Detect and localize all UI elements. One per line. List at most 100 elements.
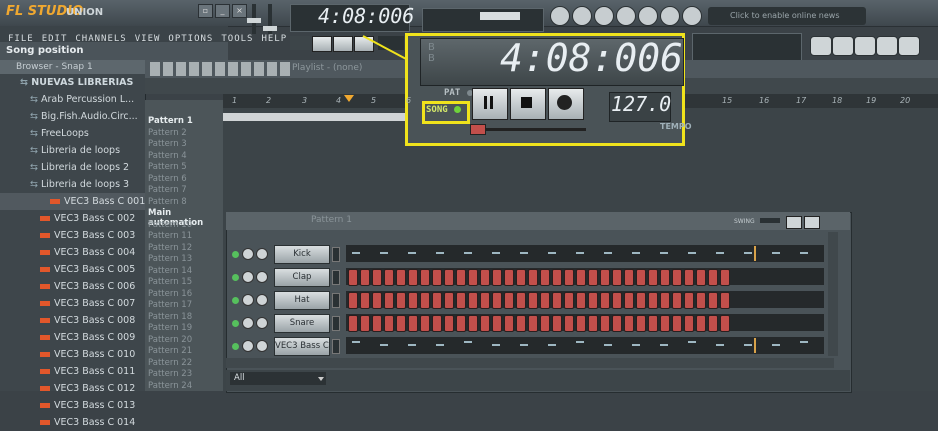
- channel-button[interactable]: Clap: [274, 268, 330, 287]
- step-button[interactable]: [552, 292, 562, 309]
- channel-button[interactable]: VEC3 Bass C...: [274, 337, 330, 356]
- volume-knob[interactable]: [256, 340, 268, 352]
- pattern-item[interactable]: Pattern 12: [148, 243, 192, 253]
- step-button[interactable]: [708, 292, 718, 309]
- pattern-item[interactable]: Pattern 11: [148, 231, 192, 241]
- step-button[interactable]: [444, 269, 454, 286]
- step-button[interactable]: [348, 292, 358, 309]
- step-button[interactable]: [396, 315, 406, 332]
- channel-select[interactable]: [332, 293, 340, 308]
- shortcut-icon-4[interactable]: [616, 6, 636, 26]
- step-button[interactable]: [492, 315, 502, 332]
- channel-select[interactable]: [332, 316, 340, 331]
- step-button[interactable]: [432, 315, 442, 332]
- step-track[interactable]: [346, 245, 824, 262]
- step-button[interactable]: [552, 269, 562, 286]
- step-button[interactable]: [504, 269, 514, 286]
- step-button[interactable]: [684, 292, 694, 309]
- step-button[interactable]: [528, 292, 538, 309]
- pan-knob[interactable]: [242, 340, 254, 352]
- step-button[interactable]: [708, 315, 718, 332]
- browser-item[interactable]: ⇆ Big.Fish.Audio.Circ...: [0, 108, 145, 125]
- step-button[interactable]: [672, 315, 682, 332]
- playlist-tool-icons[interactable]: [150, 62, 290, 76]
- browser-item[interactable]: VEC3 Bass C 008: [0, 312, 145, 329]
- channel-led[interactable]: [232, 274, 239, 281]
- pat-song-small[interactable]: [290, 36, 310, 50]
- volume-knob[interactable]: [256, 294, 268, 306]
- step-button[interactable]: [660, 292, 670, 309]
- step-button[interactable]: [360, 315, 370, 332]
- step-button[interactable]: [576, 292, 586, 309]
- volume-knob[interactable]: [256, 317, 268, 329]
- step-button[interactable]: [624, 315, 634, 332]
- step-button[interactable]: [696, 269, 706, 286]
- step-button[interactable]: [696, 315, 706, 332]
- browser-item[interactable]: ⇆ Arab Percussion L...: [0, 91, 145, 108]
- volume-knob[interactable]: [256, 271, 268, 283]
- pattern-item[interactable]: Pattern 23: [148, 369, 192, 379]
- browser-item[interactable]: VEC3 Bass C 012: [0, 380, 145, 397]
- master-volume-handle[interactable]: [247, 18, 261, 23]
- shortcut-icon-1[interactable]: [550, 6, 570, 26]
- step-button[interactable]: [480, 315, 490, 332]
- step-button[interactable]: [684, 269, 694, 286]
- browser-item[interactable]: ⇆ Libreria de loops 2: [0, 159, 145, 176]
- step-button[interactable]: [420, 269, 430, 286]
- menu-help[interactable]: HELP: [261, 34, 287, 44]
- pattern-item[interactable]: Pattern 1: [148, 116, 193, 126]
- chevron-down-icon[interactable]: [318, 377, 324, 381]
- step-button[interactable]: [384, 292, 394, 309]
- channel-button[interactable]: Snare: [274, 314, 330, 333]
- step-sequencer-scrollbar[interactable]: [226, 358, 834, 368]
- shortcut-icon-3[interactable]: [594, 6, 614, 26]
- step-button[interactable]: [444, 315, 454, 332]
- step-button[interactable]: [672, 292, 682, 309]
- step-button[interactable]: [636, 292, 646, 309]
- step-button[interactable]: [384, 269, 394, 286]
- step-button[interactable]: [504, 315, 514, 332]
- pattern-item[interactable]: Pattern 17: [148, 300, 192, 310]
- shortcut-icon-5[interactable]: [638, 6, 658, 26]
- pattern-item[interactable]: Pattern 24: [148, 381, 192, 391]
- step-button[interactable]: [648, 269, 658, 286]
- browser-item[interactable]: VEC3 Bass C 003: [0, 227, 145, 244]
- view-playlist-icon[interactable]: [810, 36, 832, 56]
- pattern-1-track[interactable]: [223, 113, 413, 121]
- step-button[interactable]: [720, 315, 730, 332]
- step-button[interactable]: [372, 269, 382, 286]
- step-button[interactable]: [480, 292, 490, 309]
- step-button[interactable]: [456, 292, 466, 309]
- step-button[interactable]: [576, 315, 586, 332]
- step-button[interactable]: [540, 315, 550, 332]
- browser-item[interactable]: VEC3 Bass C 007: [0, 295, 145, 312]
- vertical-scrollbar[interactable]: [828, 232, 838, 356]
- step-button[interactable]: [624, 269, 634, 286]
- step-button[interactable]: [360, 269, 370, 286]
- pattern-item[interactable]: Pattern 7: [148, 185, 187, 195]
- step-button[interactable]: [576, 269, 586, 286]
- shortcut-icon-6[interactable]: [660, 6, 680, 26]
- step-button[interactable]: [468, 269, 478, 286]
- view-browser-icon[interactable]: [876, 36, 898, 56]
- pattern-item[interactable]: Pattern 15: [148, 277, 192, 287]
- step-button[interactable]: [408, 269, 418, 286]
- view-pianoroll-icon[interactable]: [832, 36, 854, 56]
- song-position-marker[interactable]: [344, 95, 354, 102]
- help-icon[interactable]: [682, 6, 702, 26]
- step-button[interactable]: [612, 269, 622, 286]
- channel-filter-dropdown[interactable]: All: [230, 372, 326, 385]
- step-button[interactable]: [672, 269, 682, 286]
- channel-select[interactable]: [332, 339, 340, 354]
- close-icon[interactable]: ×: [232, 4, 247, 18]
- browser-item[interactable]: ⇆ Libreria de loops: [0, 142, 145, 159]
- step-button[interactable]: [720, 292, 730, 309]
- step-button[interactable]: [492, 292, 502, 309]
- step-button[interactable]: [360, 292, 370, 309]
- channel-led[interactable]: [232, 297, 239, 304]
- pattern-item[interactable]: Pattern 13: [148, 254, 192, 264]
- channel-button[interactable]: Kick: [274, 245, 330, 264]
- step-button[interactable]: [612, 292, 622, 309]
- pat-label[interactable]: PAT: [444, 88, 460, 98]
- pattern-item[interactable]: Pattern 14: [148, 266, 192, 276]
